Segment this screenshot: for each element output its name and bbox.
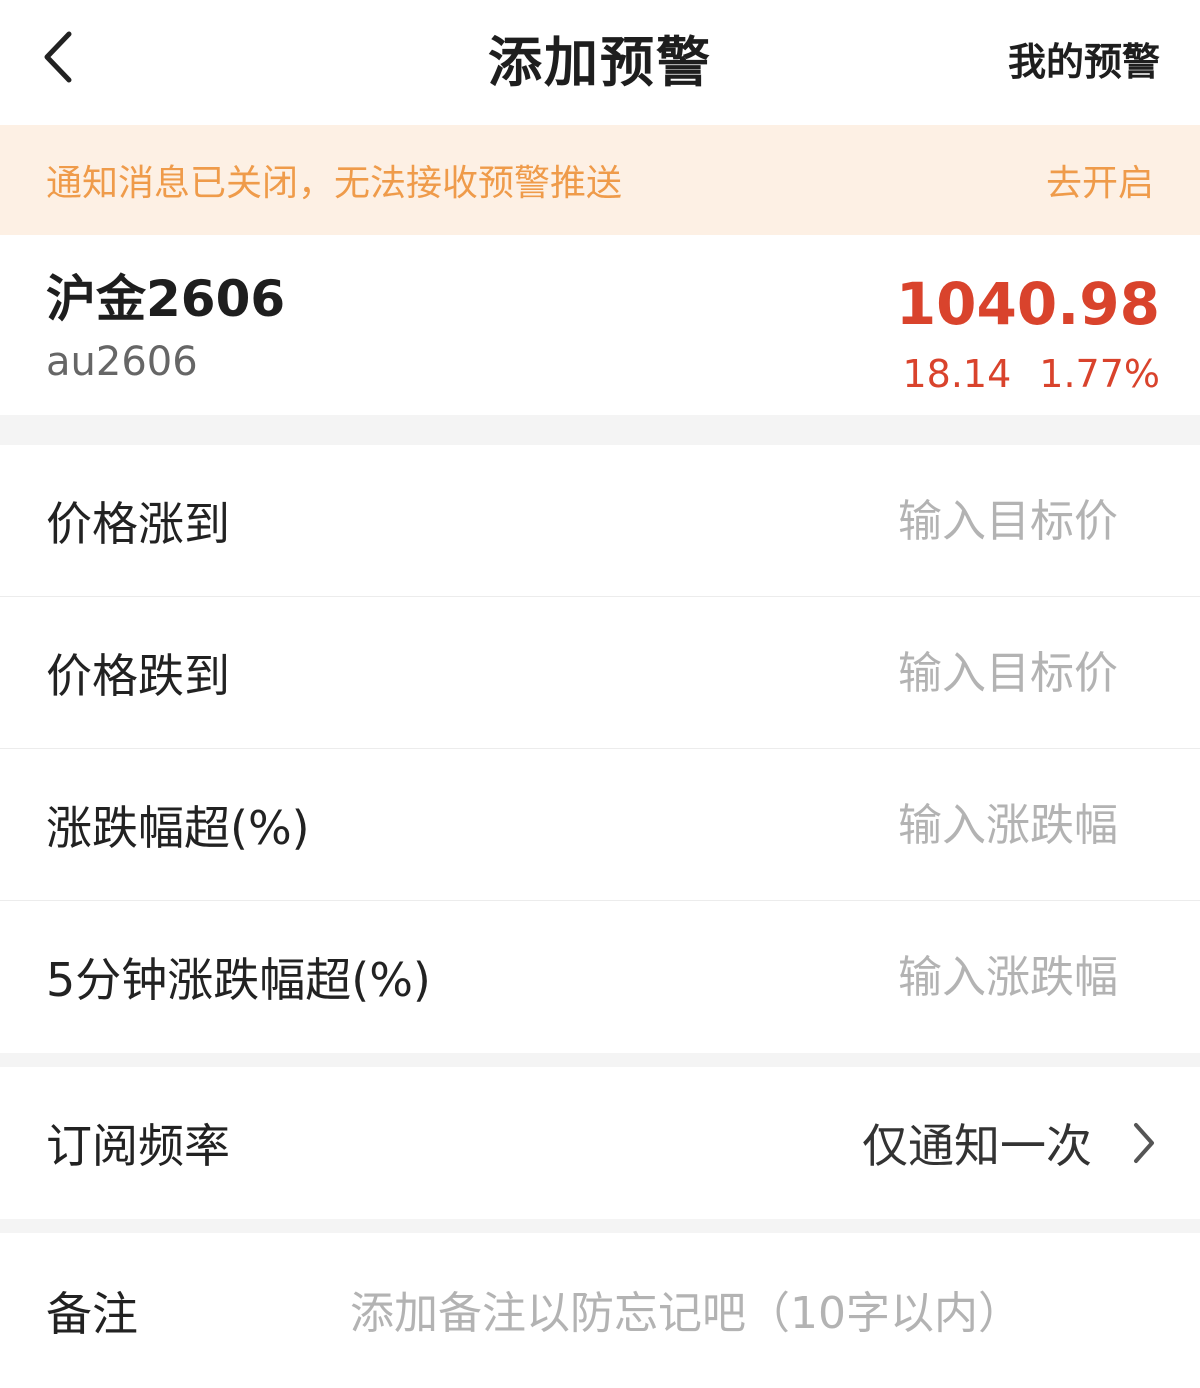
- alert-condition-list: 价格涨到 价格跌到 涨跌幅超(%) 5分钟涨跌幅超(%): [0, 445, 1200, 1053]
- change-pct-row: 涨跌幅超(%): [0, 749, 1200, 901]
- price-fall-row: 价格跌到: [0, 597, 1200, 749]
- contract-code: au2606: [46, 339, 198, 385]
- last-price: 1040.98: [895, 270, 1160, 338]
- subscription-frequency-row[interactable]: 订阅频率 仅通知一次: [0, 1067, 1200, 1219]
- change-pct-input[interactable]: [898, 795, 1122, 855]
- back-button[interactable]: [28, 24, 88, 94]
- remark-row: 备注: [0, 1233, 1200, 1388]
- remark-input[interactable]: [350, 1283, 1150, 1343]
- price-rise-input[interactable]: [898, 491, 1122, 551]
- price-rise-row: 价格涨到: [0, 445, 1200, 597]
- remark-label: 备注: [46, 1286, 138, 1341]
- chevron-left-icon: [41, 30, 75, 88]
- price-fall-label: 价格跌到: [46, 649, 230, 703]
- chevron-right-icon: [1124, 1119, 1164, 1167]
- price-change-percent: 1.77%: [1039, 352, 1160, 396]
- change-pct-label: 涨跌幅超(%): [46, 801, 310, 855]
- price-rise-label: 价格涨到: [46, 497, 230, 551]
- header-bar: 添加预警 我的预警: [0, 0, 1200, 125]
- subscription-frequency-label: 订阅频率: [46, 1119, 230, 1173]
- my-alerts-link[interactable]: 我的预警: [1008, 28, 1160, 88]
- contract-card: 沪金2606 au2606 1040.98 18.14 1.77%: [0, 235, 1200, 415]
- price-change: 18.14: [902, 352, 1012, 396]
- notification-message: 通知消息已关闭，无法接收预警推送: [46, 163, 623, 204]
- contract-name: 沪金2606: [46, 270, 286, 328]
- subscription-frequency-value: 仅通知一次: [862, 1119, 1092, 1173]
- enable-notification-link[interactable]: 去开启: [1046, 125, 1154, 235]
- five-min-change-label: 5分钟涨跌幅超(%): [46, 953, 431, 1007]
- price-fall-input[interactable]: [898, 643, 1122, 703]
- five-min-change-input[interactable]: [898, 947, 1122, 1007]
- five-min-change-row: 5分钟涨跌幅超(%): [0, 901, 1200, 1053]
- price-change-row: 18.14 1.77%: [902, 349, 1160, 399]
- notification-banner: 通知消息已关闭，无法接收预警推送 去开启: [0, 125, 1200, 235]
